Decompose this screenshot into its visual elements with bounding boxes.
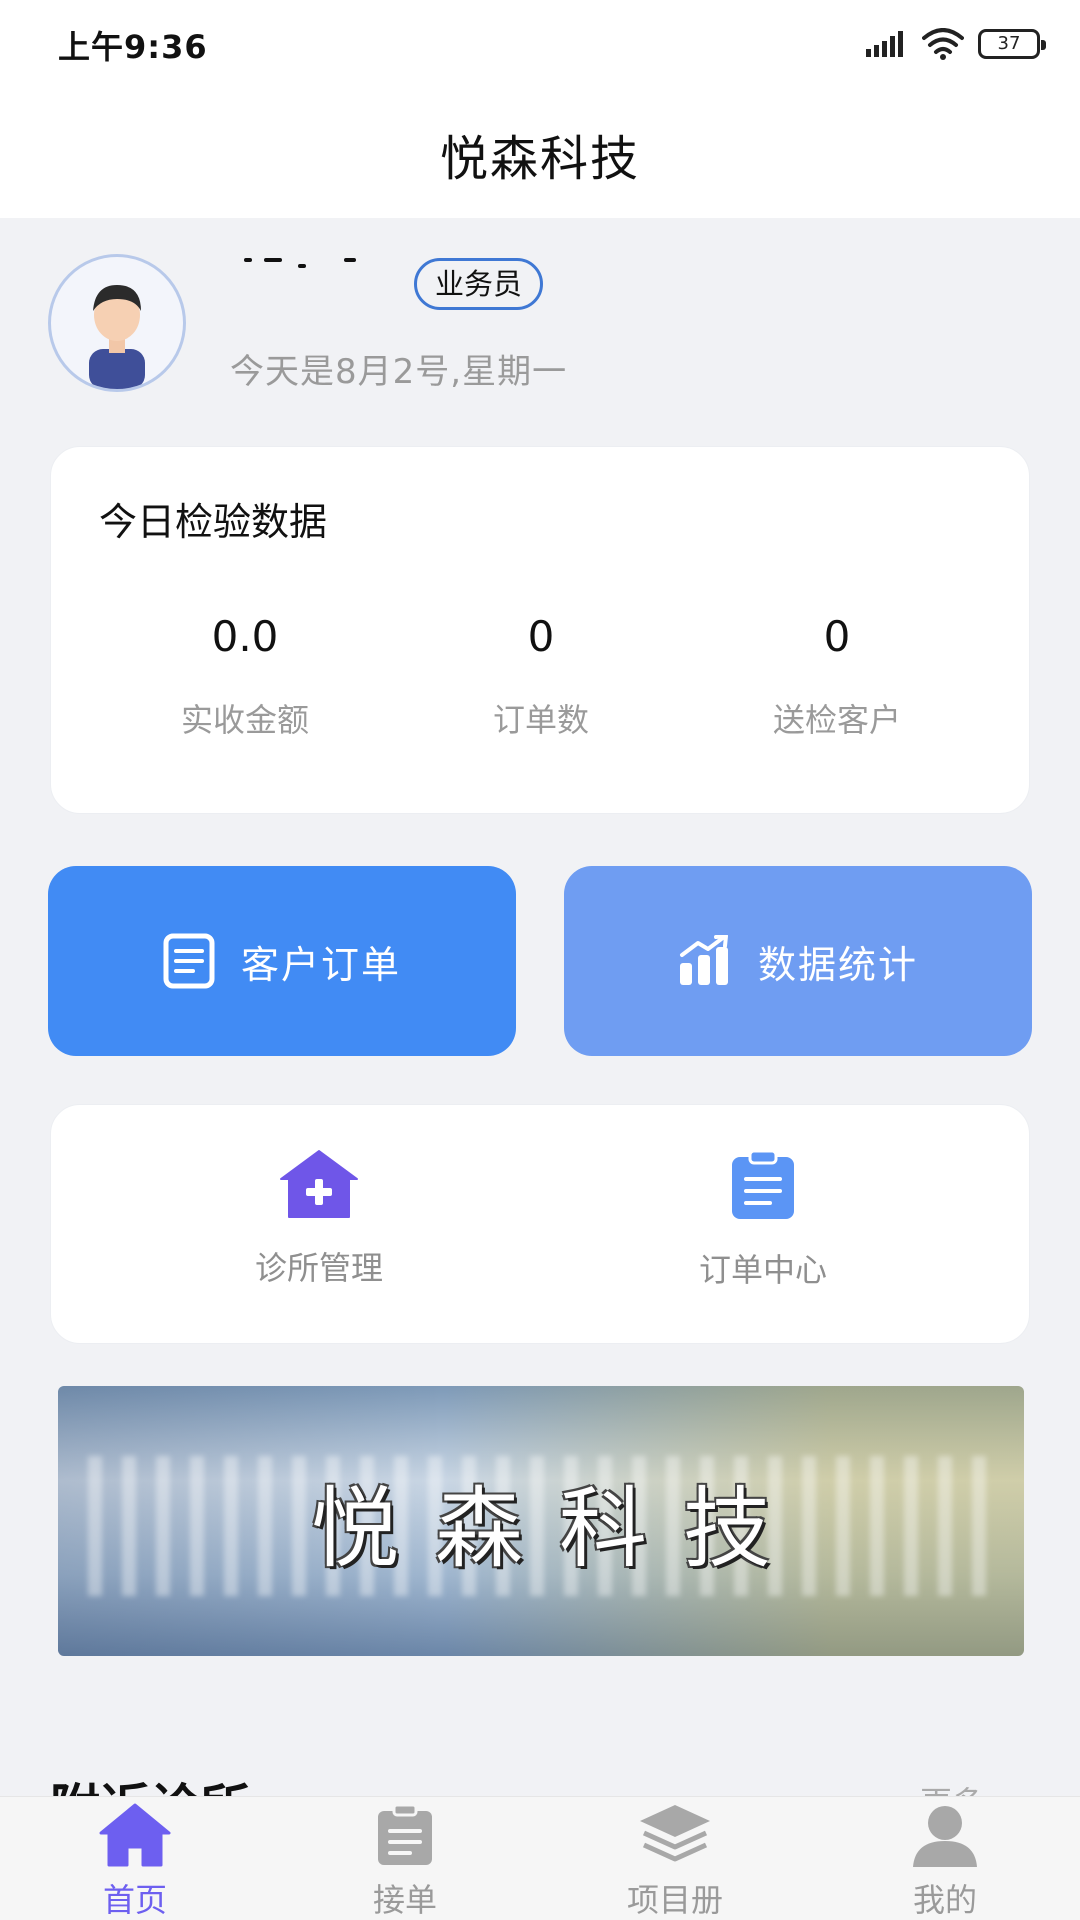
nearby-section: 附近诊所 更多 (0, 1760, 1080, 1800)
menu-item-label: 订单中心 (698, 1251, 827, 1289)
tab-home[interactable]: 首页 (60, 1803, 210, 1920)
user-icon (913, 1806, 977, 1867)
avatar[interactable] (48, 254, 186, 392)
menu-clinic-management[interactable]: 诊所管理 (199, 1149, 439, 1289)
customer-orders-button[interactable]: 客户订单 (48, 866, 516, 1056)
clinic-plus-icon (280, 1150, 358, 1218)
bottom-tab-bar: 首页 接单 项目册 我的 (0, 1796, 1080, 1920)
role-badge: 业务员 (414, 258, 544, 310)
status-bar: 上午9:36 37 (0, 0, 1080, 90)
avatar-person-icon (89, 285, 145, 389)
clipboard-icon (378, 1803, 432, 1865)
stat-label: 送检客户 (772, 701, 901, 739)
stat-value: 0 (823, 612, 851, 661)
user-name-redacted (240, 252, 360, 282)
clipboard-icon (732, 1149, 794, 1219)
wifi-icon (922, 28, 964, 60)
promo-banner[interactable]: 悦森科技 (58, 1386, 1024, 1656)
nav-bar: 悦森科技 (0, 90, 1080, 218)
status-time: 上午9:36 (58, 28, 208, 66)
tab-label: 接单 (372, 1881, 437, 1919)
menu-order-center[interactable]: 订单中心 (643, 1149, 883, 1291)
stats-card-title: 今日检验数据 (99, 500, 328, 544)
data-statistics-label: 数据统计 (757, 942, 918, 987)
today-stats-card: 今日检验数据 0.0 实收金额 0 订单数 0 送检客户 (50, 446, 1030, 814)
stat-customers[interactable]: 0 送检客户 (707, 607, 967, 741)
tab-label: 我的 (912, 1881, 977, 1919)
tab-orders[interactable]: 接单 (330, 1803, 480, 1920)
tab-mine[interactable]: 我的 (870, 1803, 1020, 1920)
stat-label: 实收金额 (180, 701, 309, 739)
tab-label: 首页 (102, 1881, 167, 1919)
stat-value: 0 (527, 612, 555, 661)
tab-project-book[interactable]: 项目册 (600, 1803, 750, 1920)
date-text: 今天是8月2号,星期一 (230, 352, 568, 392)
banner-text: 悦森科技 (310, 1476, 807, 1580)
document-icon (163, 933, 215, 989)
layers-icon (640, 1805, 710, 1862)
data-statistics-button[interactable]: 数据统计 (564, 866, 1032, 1056)
bar-chart-icon (679, 935, 728, 985)
signal-icon (866, 31, 903, 57)
status-icons: 37 (866, 26, 1046, 62)
page-title: 悦森科技 (439, 131, 640, 187)
battery-icon: 37 (978, 29, 1046, 59)
stat-received-amount[interactable]: 0.0 实收金额 (115, 607, 375, 741)
customer-orders-label: 客户订单 (240, 942, 401, 987)
stat-value: 0.0 (211, 612, 279, 661)
menu-card: 诊所管理 订单中心 (50, 1104, 1030, 1344)
stat-order-count[interactable]: 0 订单数 (411, 607, 671, 741)
profile-section: 业务员 今天是8月2号,星期一 (0, 218, 1080, 438)
menu-item-label: 诊所管理 (254, 1249, 383, 1287)
home-icon (99, 1803, 171, 1867)
stat-label: 订单数 (492, 701, 589, 739)
tab-label: 项目册 (626, 1881, 723, 1919)
